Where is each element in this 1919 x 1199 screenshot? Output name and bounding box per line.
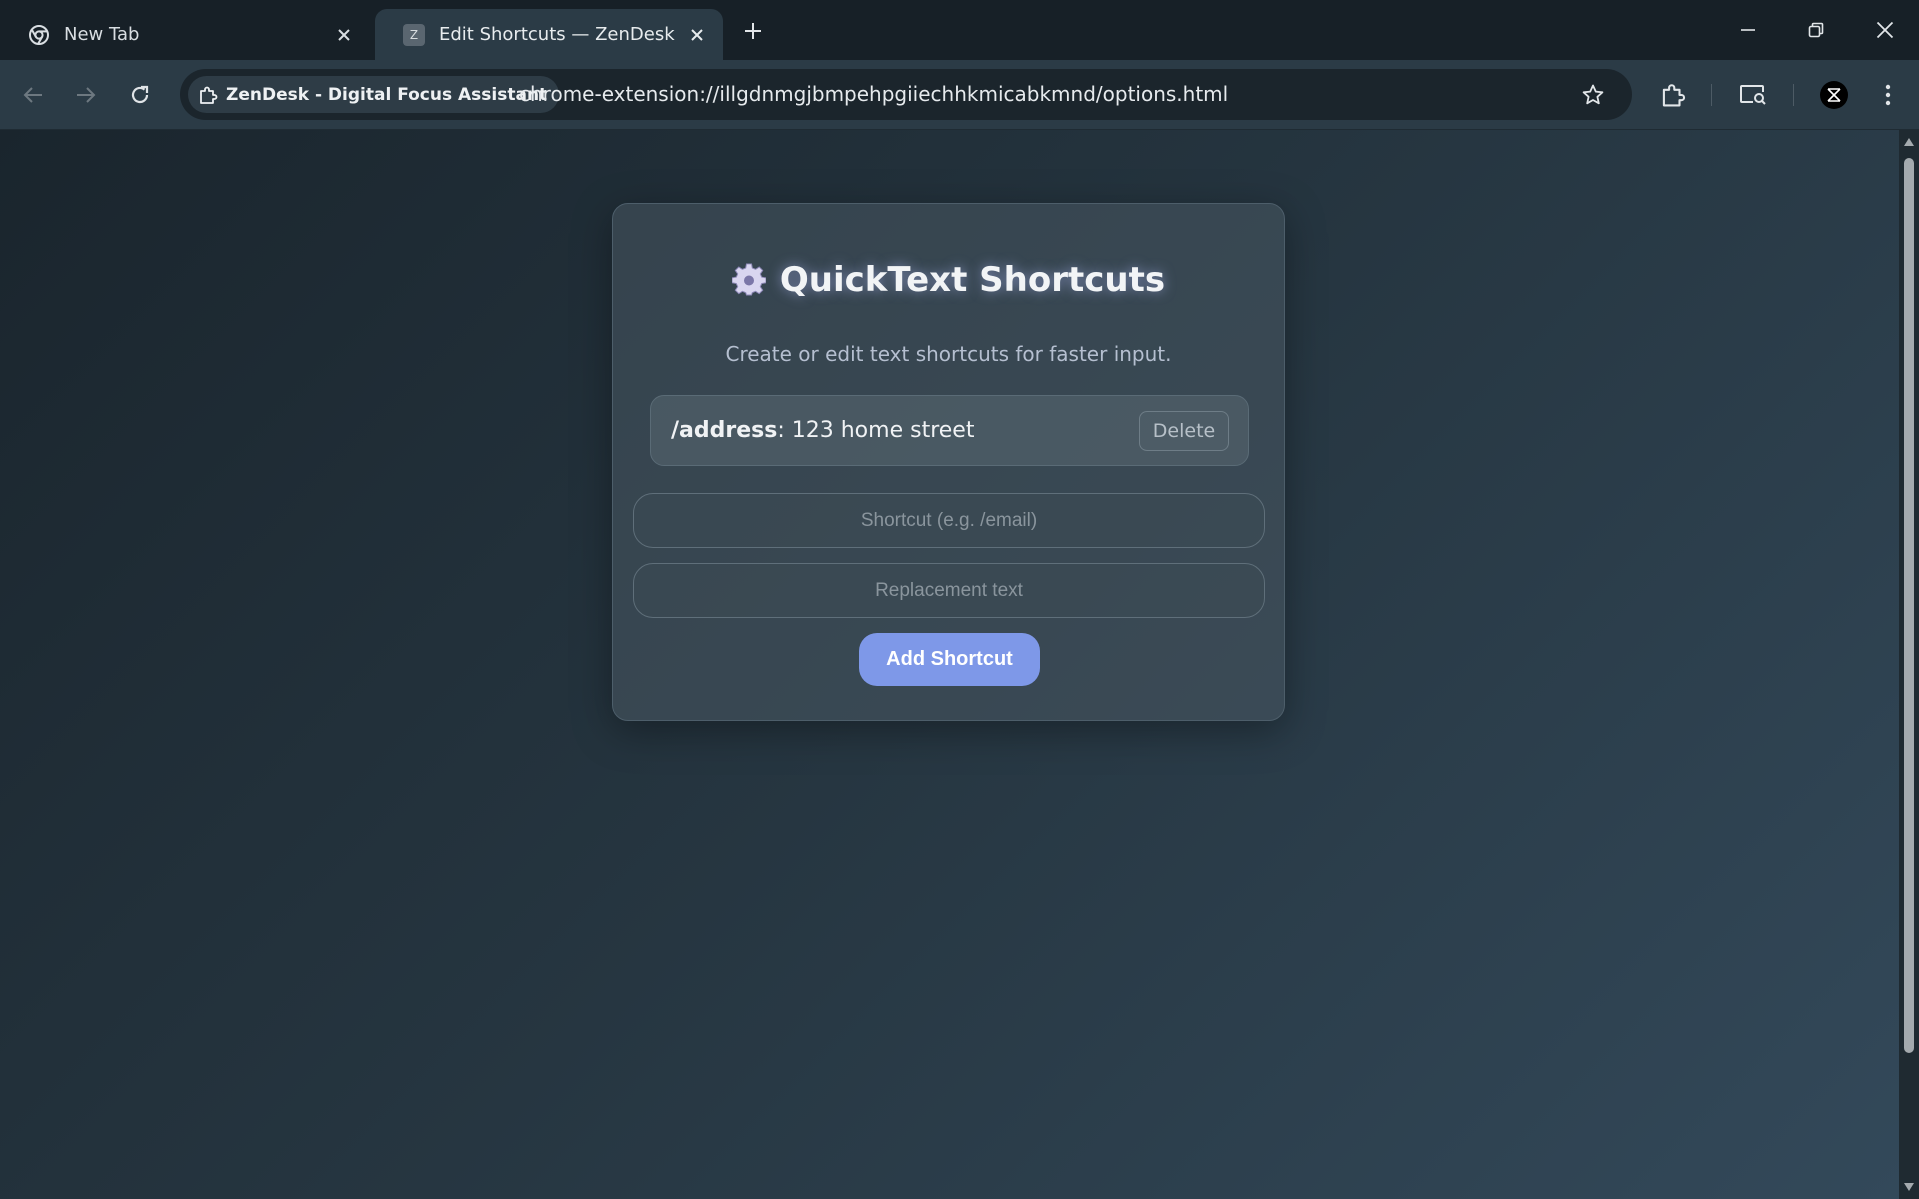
shortcut-input[interactable]: [633, 493, 1265, 548]
plus-icon: [745, 23, 761, 39]
scroll-thumb[interactable]: [1904, 158, 1914, 1053]
browser-toolbar: ZenDesk - Digital Focus Assistant chrome…: [0, 60, 1919, 130]
gear-icon: [731, 263, 766, 297]
site-chip-label: ZenDesk - Digital Focus Assistant: [226, 84, 548, 105]
title-text: QuickText Shortcuts: [779, 260, 1166, 300]
shortcut-entry: /address: 123 home street: [671, 396, 974, 465]
tab-new-tab[interactable]: New Tab: [0, 9, 370, 60]
favicon-letter: Z: [403, 23, 425, 46]
reload-button[interactable]: [122, 77, 158, 113]
screen-search-icon: [1740, 85, 1766, 105]
minimize-button[interactable]: [1728, 12, 1768, 48]
shortcut-key: /address: [671, 418, 778, 443]
shortcut-separator: :: [777, 418, 785, 443]
star-icon: [1582, 84, 1604, 105]
page-subtitle: Create or edit text shortcuts for faster…: [725, 342, 1172, 366]
toolbar-divider: [1711, 84, 1712, 106]
close-icon: [1876, 21, 1894, 39]
site-info-chip[interactable]: ZenDesk - Digital Focus Assistant: [188, 76, 560, 113]
list-item: /address: 123 home street Delete: [650, 395, 1249, 466]
toolbar-divider: [1793, 84, 1794, 106]
forward-button[interactable]: [68, 77, 104, 113]
scroll-up-arrow-icon[interactable]: [1903, 136, 1915, 148]
avatar: [1820, 81, 1848, 109]
shortcuts-card: QuickText Shortcuts Create or edit text …: [612, 203, 1285, 721]
extensions-button[interactable]: [1655, 77, 1691, 113]
extension-puzzle-icon: [200, 86, 218, 104]
close-icon[interactable]: [685, 23, 709, 47]
bookmark-button[interactable]: [1576, 78, 1610, 112]
arrow-left-icon: [23, 87, 42, 103]
tab-title: Edit Shortcuts — ZenDesk: [439, 24, 675, 45]
back-button[interactable]: [15, 77, 51, 113]
profile-button[interactable]: [1816, 77, 1852, 113]
delete-button[interactable]: Delete: [1139, 411, 1229, 451]
tab-edit-shortcuts[interactable]: Z Edit Shortcuts — ZenDesk: [375, 9, 723, 60]
scrollbar[interactable]: [1899, 130, 1919, 1199]
close-icon[interactable]: [332, 23, 356, 47]
close-window-button[interactable]: [1865, 12, 1905, 48]
page-content: QuickText Shortcuts Create or edit text …: [0, 130, 1899, 1199]
more-vertical-icon: [1885, 84, 1891, 106]
add-shortcut-button[interactable]: Add Shortcut: [859, 633, 1040, 686]
replacement-input[interactable]: [633, 563, 1265, 618]
url-text[interactable]: chrome-extension://illgdnmgjbmpehpgiiech…: [519, 69, 1228, 120]
shortcut-value: 123 home street: [784, 418, 975, 443]
chrome-icon: [28, 24, 50, 46]
restore-button[interactable]: [1796, 12, 1836, 48]
profile-logo-icon: [1827, 88, 1841, 102]
minimize-icon: [1741, 29, 1755, 31]
z-favicon-icon: Z: [403, 23, 425, 46]
cast-search-button[interactable]: [1735, 77, 1771, 113]
reload-icon: [131, 85, 149, 104]
page-title: QuickText Shortcuts: [613, 260, 1284, 300]
scroll-down-arrow-icon[interactable]: [1903, 1181, 1915, 1193]
tab-title: New Tab: [64, 24, 140, 45]
tab-strip: New Tab Z Edit Shortcuts — ZenDesk: [0, 0, 1919, 60]
extension-puzzle-icon: [1662, 84, 1686, 107]
arrow-right-icon: [77, 87, 96, 103]
new-tab-button[interactable]: [736, 14, 770, 48]
address-bar[interactable]: ZenDesk - Digital Focus Assistant chrome…: [180, 69, 1632, 120]
restore-icon: [1808, 22, 1824, 38]
menu-button[interactable]: [1870, 77, 1906, 113]
